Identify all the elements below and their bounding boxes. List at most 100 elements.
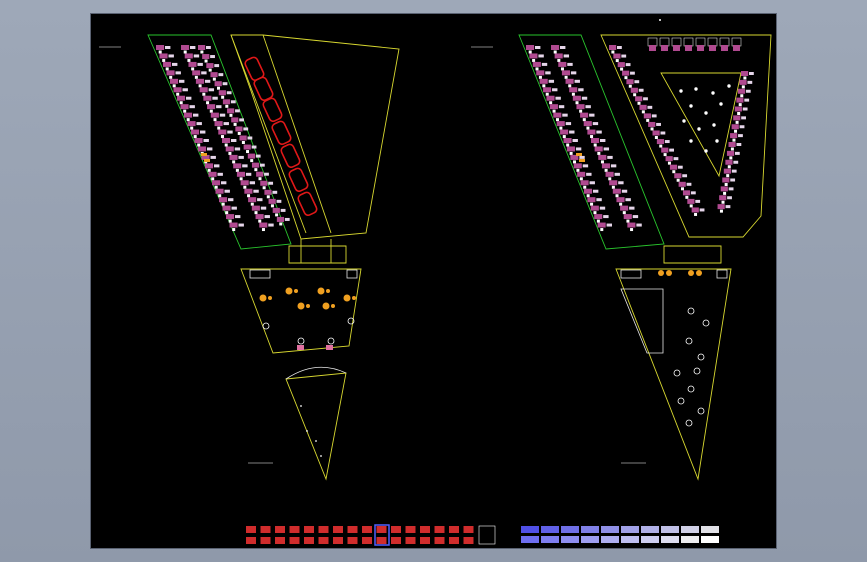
detail-dot	[300, 405, 302, 407]
room-fixture	[592, 189, 599, 193]
lounge-seat	[317, 287, 325, 295]
room-door	[637, 101, 641, 105]
room-door	[586, 126, 590, 130]
room-furniture	[233, 163, 242, 169]
room-furniture	[243, 144, 251, 150]
room-door	[619, 202, 623, 206]
room-door	[672, 170, 676, 174]
room-fixture	[673, 157, 679, 161]
room-furniture	[177, 95, 186, 101]
room-fixture	[730, 178, 736, 182]
marker	[579, 159, 585, 162]
room-furniture	[219, 197, 228, 203]
room-fixture	[548, 79, 555, 83]
room-furniture	[583, 121, 592, 127]
room-door	[626, 219, 630, 223]
room-furniture	[626, 79, 634, 85]
room-fixture	[230, 100, 236, 104]
legend-end	[701, 536, 719, 543]
room-door	[190, 126, 194, 130]
room-fixture	[725, 205, 731, 209]
room-door	[741, 85, 745, 89]
room-fixture	[168, 54, 174, 58]
room-door	[740, 94, 744, 98]
room-fixture	[280, 208, 286, 212]
legend-swatch	[463, 537, 474, 544]
room-door	[532, 58, 536, 62]
room-furniture	[202, 54, 210, 60]
room-fixture	[227, 130, 233, 134]
room-door	[726, 174, 730, 178]
legend-swatch	[260, 526, 271, 533]
room-furniture	[259, 222, 268, 228]
room-furniture	[656, 139, 665, 145]
room-furniture	[229, 154, 238, 160]
room-furniture	[199, 87, 208, 93]
room-furniture	[669, 164, 678, 170]
room-furniture	[163, 61, 172, 67]
top-room-furniture	[673, 45, 680, 51]
room-furniture	[719, 195, 727, 201]
room-fixture	[728, 187, 734, 191]
detail-dot	[315, 440, 317, 442]
room-door	[262, 186, 266, 190]
room-furniture	[170, 78, 179, 84]
arc-wall	[285, 366, 347, 380]
room-door	[685, 195, 689, 199]
room-door	[232, 228, 236, 232]
room-fixture	[727, 196, 732, 200]
cad-drawing-viewport[interactable]	[90, 13, 777, 549]
room-door	[676, 178, 680, 182]
room-door	[225, 104, 229, 108]
lounge-seat	[285, 287, 293, 295]
room-fixture	[197, 62, 203, 66]
room-fixture	[558, 105, 565, 109]
legend-gradient	[701, 526, 719, 533]
corridor	[663, 245, 722, 264]
room-fixture	[238, 223, 244, 227]
room-furniture	[247, 153, 255, 159]
room-fixture	[621, 54, 627, 58]
room-door	[552, 109, 556, 113]
room-door	[590, 135, 594, 139]
room-furniture	[529, 53, 538, 59]
room-door	[593, 143, 597, 147]
room-fixture	[574, 79, 580, 83]
room-door	[209, 109, 213, 113]
room-door	[542, 84, 546, 88]
lounge-seat	[658, 270, 664, 276]
room-door	[608, 177, 612, 181]
room-door	[562, 135, 566, 139]
room-fixture	[210, 155, 216, 159]
courtyard-tree	[682, 119, 686, 123]
top-room	[671, 37, 682, 47]
legend-swatch	[434, 537, 445, 544]
room-furniture	[737, 88, 746, 94]
room-fixture	[567, 62, 573, 66]
room-furniture	[739, 79, 747, 85]
room-furniture	[227, 108, 235, 114]
room-door	[197, 143, 201, 147]
room-door	[624, 76, 628, 80]
room-fixture	[596, 130, 602, 134]
legend-swatch	[434, 526, 445, 533]
room-fixture	[247, 136, 253, 140]
room-furniture	[594, 214, 603, 220]
room-fixture	[690, 191, 696, 195]
legend-swatch	[420, 526, 430, 533]
lounge-seat	[259, 294, 267, 302]
room-furniture	[248, 197, 257, 203]
legend-gradient	[601, 526, 619, 533]
room-fixture	[243, 127, 249, 131]
courtyard-tree	[727, 84, 731, 88]
room-door	[659, 144, 663, 148]
room-furniture	[554, 53, 563, 59]
room-door	[622, 211, 626, 215]
room-fixture	[245, 172, 252, 176]
lounge-seat	[322, 302, 330, 310]
room-fixture	[744, 98, 750, 102]
courtyard-tree	[679, 89, 683, 93]
legend-strip	[246, 524, 719, 546]
room-furniture	[156, 45, 165, 50]
room-furniture	[192, 70, 201, 76]
